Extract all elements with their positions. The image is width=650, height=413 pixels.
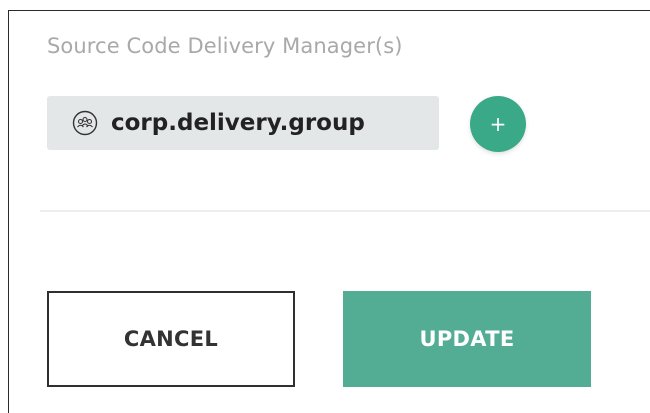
- manager-chip-label: corp.delivery.group: [111, 110, 365, 136]
- dialog-panel: Source Code Delivery Manager(s) corp.del…: [0, 0, 650, 413]
- add-manager-button[interactable]: +: [470, 96, 526, 152]
- plus-icon: +: [489, 112, 507, 136]
- group-icon: [71, 109, 99, 137]
- cancel-button[interactable]: CANCEL: [47, 291, 295, 387]
- update-button[interactable]: UPDATE: [343, 291, 591, 387]
- manager-chip[interactable]: corp.delivery.group: [47, 96, 439, 150]
- managers-label: Source Code Delivery Manager(s): [47, 34, 403, 58]
- section-divider: [40, 210, 650, 212]
